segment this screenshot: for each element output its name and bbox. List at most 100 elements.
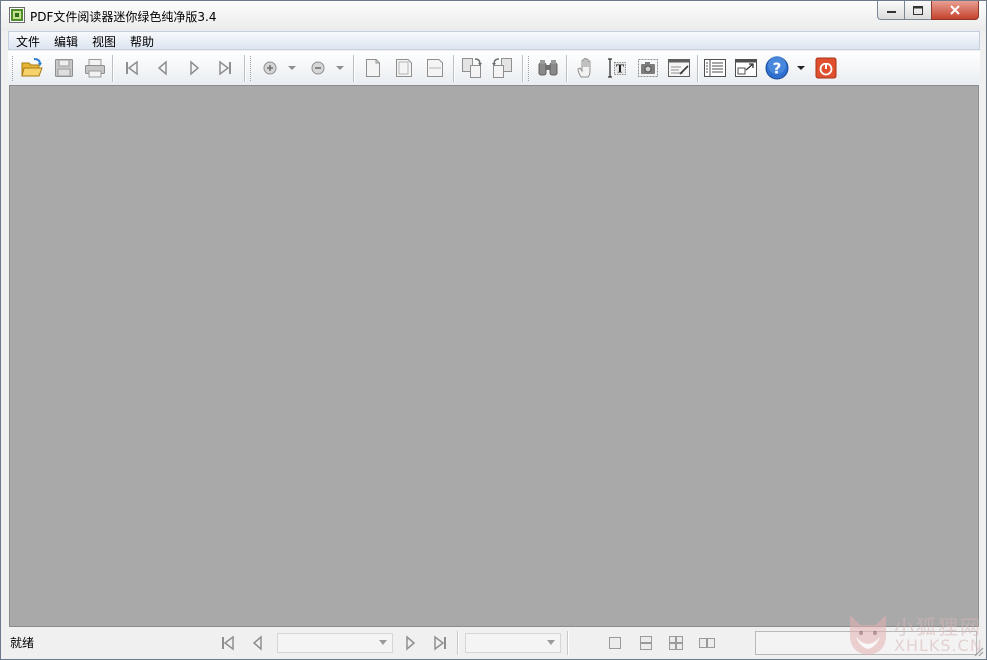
fit-width-button[interactable] bbox=[423, 56, 447, 80]
toolbar-separator bbox=[244, 55, 246, 82]
fox-logo-icon bbox=[850, 615, 886, 655]
status-first-page-button[interactable] bbox=[220, 635, 236, 651]
print-icon bbox=[85, 59, 105, 78]
text-select-icon: T bbox=[608, 58, 626, 78]
watermark: 小狐狸网 XHLKS.CN bbox=[846, 609, 986, 659]
menu-file[interactable]: 文件 bbox=[16, 33, 40, 50]
app-logo-icon bbox=[9, 7, 25, 23]
first-page-icon bbox=[222, 635, 234, 651]
toolbar-grip[interactable] bbox=[528, 56, 532, 81]
zoom-in-dropdown[interactable] bbox=[285, 56, 299, 80]
toolbar: T ? bbox=[8, 51, 980, 85]
rotate-clockwise-button[interactable] bbox=[460, 56, 484, 80]
print-button[interactable] bbox=[83, 56, 107, 80]
first-page-icon bbox=[126, 60, 138, 76]
help-button[interactable]: ? bbox=[765, 56, 789, 80]
fit-width-icon bbox=[427, 59, 443, 77]
last-page-icon bbox=[434, 635, 446, 651]
hand-tool-icon bbox=[577, 57, 591, 78]
prev-page-button[interactable] bbox=[151, 56, 175, 80]
prev-page-icon bbox=[157, 60, 167, 76]
fit-page-button[interactable] bbox=[392, 56, 416, 80]
rotate-counterclockwise-button[interactable] bbox=[490, 56, 514, 80]
close-icon bbox=[950, 5, 960, 15]
chevron-down-icon bbox=[547, 640, 555, 645]
single-page-view-button[interactable] bbox=[607, 635, 623, 651]
status-separator bbox=[567, 631, 569, 655]
toolbar-grip[interactable] bbox=[12, 56, 16, 81]
help-dropdown[interactable] bbox=[794, 56, 808, 80]
binoculars-icon bbox=[538, 60, 558, 76]
watermark-line-2: XHLKS.CN bbox=[894, 636, 983, 655]
zoom-out-icon bbox=[311, 61, 325, 75]
page-number-combo[interactable] bbox=[277, 633, 393, 653]
help-icon: ? bbox=[765, 56, 789, 80]
maximize-icon bbox=[913, 5, 923, 15]
next-page-icon bbox=[190, 60, 200, 76]
status-last-page-button[interactable] bbox=[432, 635, 448, 651]
zoom-out-dropdown[interactable] bbox=[333, 56, 347, 80]
next-page-icon bbox=[406, 635, 416, 651]
chevron-down-icon bbox=[797, 66, 805, 70]
zoom-in-button[interactable] bbox=[258, 56, 282, 80]
title-bar[interactable]: PDF文件阅读器迷你绿色纯净版3.4 bbox=[1, 1, 986, 31]
full-screen-button[interactable] bbox=[734, 56, 758, 80]
toolbar-grip[interactable] bbox=[250, 56, 254, 81]
full-screen-icon bbox=[735, 59, 757, 77]
menu-edit[interactable]: 编辑 bbox=[54, 33, 78, 50]
next-page-button[interactable] bbox=[182, 56, 206, 80]
toolbar-separator bbox=[697, 55, 699, 82]
save-icon bbox=[55, 59, 73, 77]
save-button[interactable] bbox=[52, 56, 76, 80]
minimize-icon bbox=[886, 11, 896, 13]
annotate-button[interactable] bbox=[667, 56, 691, 80]
facing-continuous-view-button[interactable] bbox=[668, 635, 684, 651]
status-bar: 就绪 bbox=[1, 628, 986, 659]
bookmarks-panel-button[interactable] bbox=[703, 56, 727, 80]
continuous-page-icon bbox=[640, 636, 652, 650]
zoom-in-icon bbox=[263, 61, 277, 75]
zoom-level-combo[interactable] bbox=[465, 633, 561, 653]
status-separator bbox=[457, 631, 459, 655]
toolbar-separator bbox=[453, 55, 455, 82]
fit-page-icon bbox=[396, 59, 412, 77]
actual-size-button[interactable] bbox=[361, 56, 385, 80]
text-select-button[interactable]: T bbox=[605, 56, 629, 80]
menu-view[interactable]: 视图 bbox=[92, 33, 116, 50]
continuous-view-button[interactable] bbox=[638, 635, 654, 651]
snapshot-button[interactable] bbox=[636, 56, 660, 80]
facing-continuous-icon bbox=[669, 636, 683, 650]
minimize-button[interactable] bbox=[877, 1, 904, 20]
svg-text:?: ? bbox=[773, 60, 782, 78]
bookmarks-panel-icon bbox=[704, 59, 726, 77]
svg-text:T: T bbox=[616, 63, 625, 76]
menu-bar: 文件 编辑 视图 帮助 bbox=[8, 31, 980, 50]
annotate-icon bbox=[668, 59, 690, 77]
rotate-counterclockwise-icon bbox=[492, 58, 512, 78]
zoom-out-button[interactable] bbox=[306, 56, 330, 80]
app-window: PDF文件阅读器迷你绿色纯净版3.4 文件 编辑 视图 帮助 T ? 就绪 小狐… bbox=[0, 0, 987, 660]
first-page-button[interactable] bbox=[120, 56, 144, 80]
window-title: PDF文件阅读器迷你绿色纯净版3.4 bbox=[30, 10, 217, 24]
last-page-icon bbox=[219, 60, 231, 76]
open-button[interactable] bbox=[20, 56, 44, 80]
facing-view-button[interactable] bbox=[699, 635, 715, 651]
find-button[interactable] bbox=[536, 56, 560, 80]
chevron-down-icon bbox=[288, 66, 296, 70]
exit-button[interactable] bbox=[814, 56, 838, 80]
menu-help[interactable]: 帮助 bbox=[130, 33, 154, 50]
toolbar-separator bbox=[566, 55, 568, 82]
rotate-clockwise-icon bbox=[462, 58, 482, 78]
toolbar-separator bbox=[522, 55, 524, 82]
hand-tool-button[interactable] bbox=[574, 56, 598, 80]
snapshot-icon bbox=[638, 59, 658, 77]
actual-size-icon bbox=[366, 59, 380, 77]
document-viewport[interactable] bbox=[9, 85, 979, 627]
status-next-page-button[interactable] bbox=[402, 635, 418, 651]
close-button[interactable] bbox=[931, 1, 979, 20]
last-page-button[interactable] bbox=[213, 56, 237, 80]
single-page-icon bbox=[609, 637, 621, 649]
maximize-button[interactable] bbox=[904, 1, 931, 20]
status-prev-page-button[interactable] bbox=[250, 635, 266, 651]
chevron-down-icon bbox=[379, 640, 387, 645]
